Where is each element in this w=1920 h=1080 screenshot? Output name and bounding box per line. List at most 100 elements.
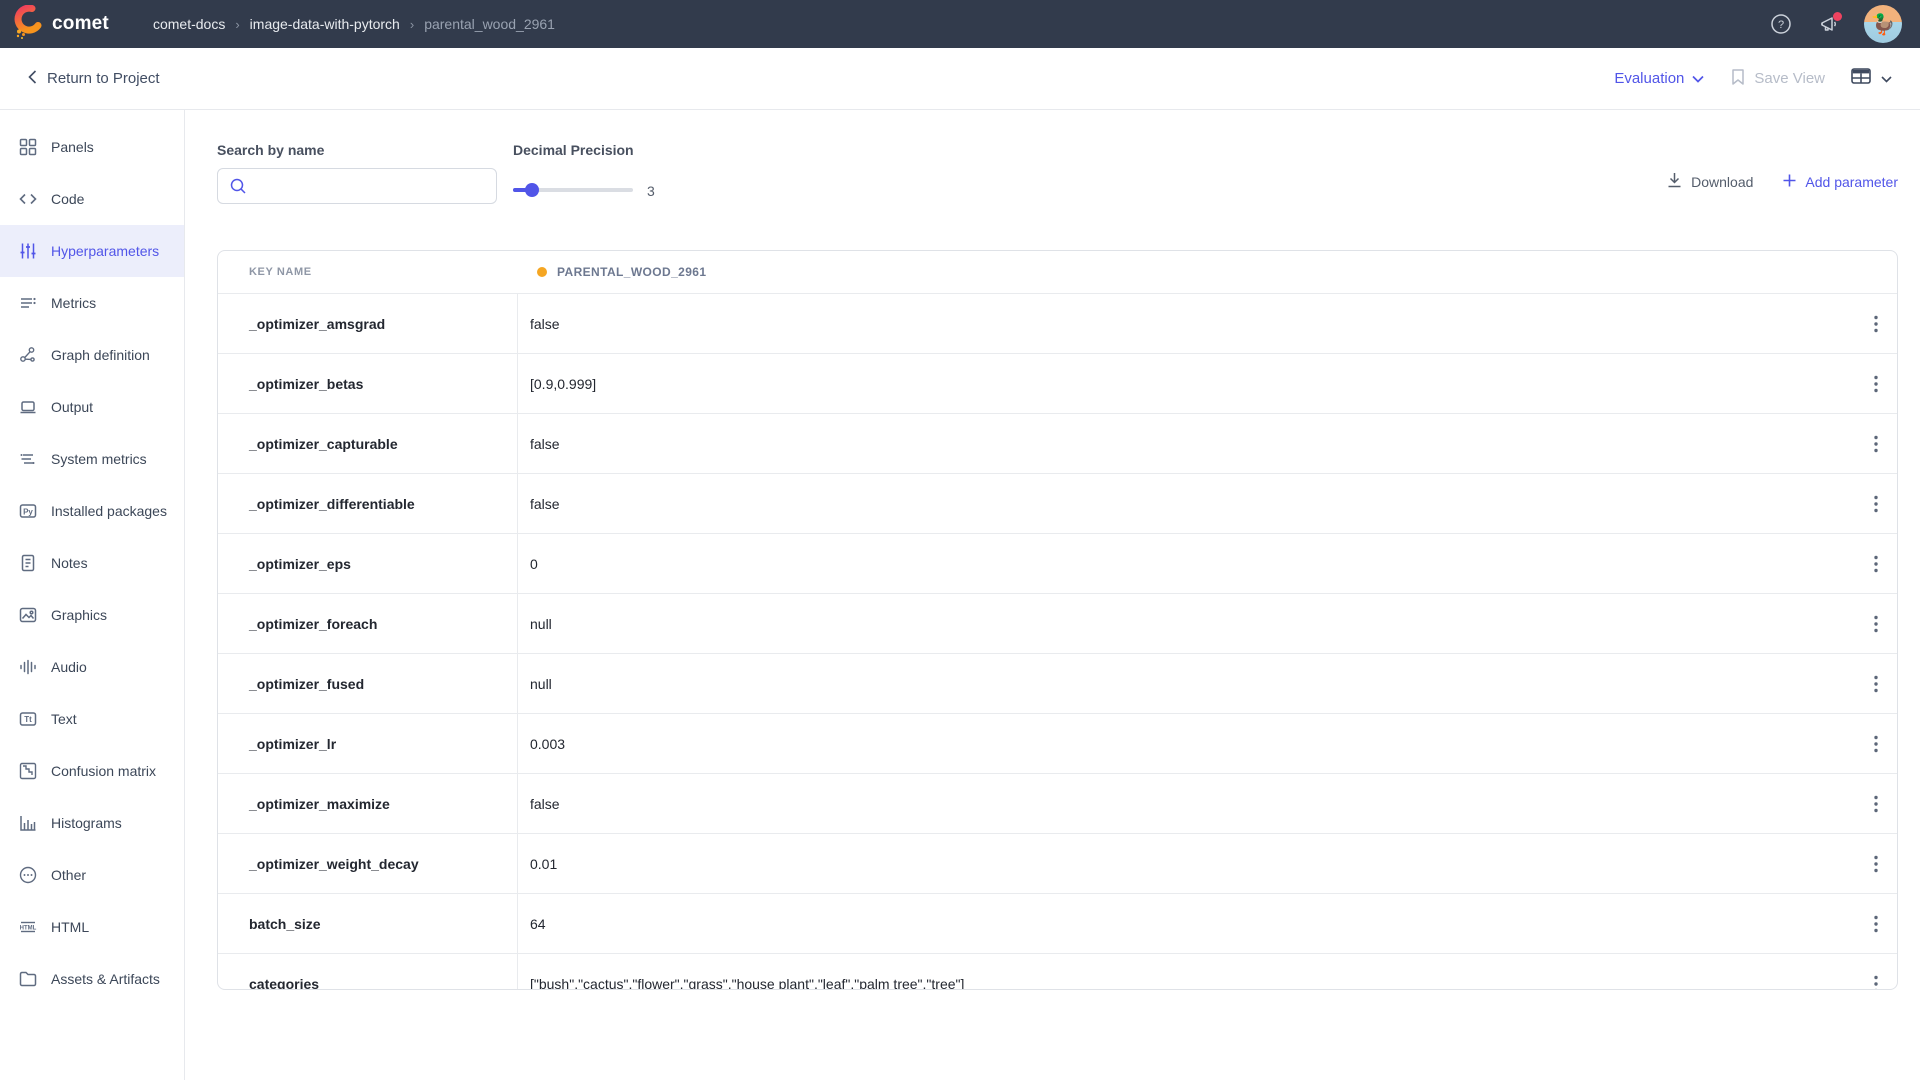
packages-icon: Py [19, 502, 37, 520]
param-value-cell: false [518, 294, 1897, 353]
sidebar-item-graphics[interactable]: Graphics [0, 589, 184, 641]
sidebar-item-assets-artifacts[interactable]: Assets & Artifacts [0, 953, 184, 1005]
save-view-button[interactable]: Save View [1730, 68, 1825, 90]
slider-thumb[interactable] [525, 183, 539, 197]
table-row: _optimizer_foreach null [218, 594, 1897, 654]
param-key: _optimizer_maximize [218, 774, 518, 833]
view-dropdown[interactable]: Evaluation [1614, 70, 1704, 87]
return-to-project-button[interactable]: Return to Project [28, 70, 160, 88]
search-field [217, 168, 497, 204]
chevron-down-icon [1881, 70, 1892, 88]
param-value: false [530, 796, 560, 812]
experiment-column-name: PARENTAL_WOOD_2961 [557, 265, 706, 279]
param-value: ["bush","cactus","flower","grass","house… [530, 976, 964, 991]
breadcrumb-separator: › [235, 17, 239, 32]
param-value-cell: false [518, 774, 1897, 833]
sidebar-item-histograms[interactable]: Histograms [0, 797, 184, 849]
table-row: _optimizer_capturable false [218, 414, 1897, 474]
search-input[interactable] [217, 168, 497, 204]
plus-icon [1783, 174, 1796, 190]
experiment-toolbar: Return to Project Evaluation Save View [0, 48, 1920, 110]
comet-logo[interactable]: comet [0, 5, 109, 44]
sidebar-item-other[interactable]: Other [0, 849, 184, 901]
row-menu-button[interactable] [1863, 851, 1889, 877]
breadcrumb-workspace[interactable]: comet-docs [153, 16, 225, 32]
param-value: null [530, 616, 552, 632]
sidebar-item-panels[interactable]: Panels [0, 121, 184, 173]
save-view-label: Save View [1754, 70, 1825, 87]
back-chevron-icon [28, 70, 37, 88]
sidebar-item-notes[interactable]: Notes [0, 537, 184, 589]
add-parameter-button[interactable]: Add parameter [1783, 174, 1898, 190]
row-menu-button[interactable] [1863, 371, 1889, 397]
sidebar-item-label: Text [51, 711, 77, 727]
table-row: categories ["bush","cactus","flower","gr… [218, 954, 1897, 990]
sidebar-item-label: HTML [51, 919, 89, 935]
add-parameter-label: Add parameter [1805, 174, 1898, 190]
param-value-cell: 0.003 [518, 714, 1897, 773]
param-key: _optimizer_lr [218, 714, 518, 773]
sidebar-item-system-metrics[interactable]: System metrics [0, 433, 184, 485]
kebab-icon [1874, 315, 1878, 333]
param-key: _optimizer_differentiable [218, 474, 518, 533]
sidebar-item-hyperparameters[interactable]: Hyperparameters [0, 225, 184, 277]
download-button[interactable]: Download [1667, 172, 1753, 191]
search-label: Search by name [217, 142, 324, 158]
sidebar-item-graph-definition[interactable]: Graph definition [0, 329, 184, 381]
row-menu-button[interactable] [1863, 671, 1889, 697]
sidebar-item-metrics[interactable]: Metrics [0, 277, 184, 329]
param-value: false [530, 496, 560, 512]
histograms-icon [19, 814, 37, 832]
announcement-icon[interactable] [1816, 11, 1842, 37]
table-row: _optimizer_amsgrad false [218, 294, 1897, 354]
row-menu-button[interactable] [1863, 491, 1889, 517]
breadcrumb-experiment: parental_wood_2961 [424, 16, 555, 32]
help-icon[interactable]: ? [1768, 11, 1794, 37]
row-menu-button[interactable] [1863, 731, 1889, 757]
sidebar-item-label: Notes [51, 555, 88, 571]
experiment-column-header[interactable]: PARENTAL_WOOD_2961 [518, 265, 1897, 279]
svg-text:Tt: Tt [24, 715, 32, 724]
param-key: _optimizer_betas [218, 354, 518, 413]
kebab-icon [1874, 435, 1878, 453]
key-name-header: KEY NAME [218, 266, 518, 278]
sidebar-item-label: Output [51, 399, 93, 415]
decimal-precision-slider[interactable] [513, 182, 633, 198]
row-menu-button[interactable] [1863, 791, 1889, 817]
param-value-cell: false [518, 474, 1897, 533]
graphics-icon [19, 606, 37, 624]
param-value-cell: [0.9,0.999] [518, 354, 1897, 413]
breadcrumb-project[interactable]: image-data-with-pytorch [250, 16, 400, 32]
decimal-precision-value: 3 [647, 183, 655, 199]
sidebar-item-confusion-matrix[interactable]: Confusion matrix [0, 745, 184, 797]
param-value: false [530, 316, 560, 332]
row-menu-button[interactable] [1863, 911, 1889, 937]
sidebar-item-label: Panels [51, 139, 94, 155]
param-value-cell: 0 [518, 534, 1897, 593]
kebab-icon [1874, 975, 1878, 991]
kebab-icon [1874, 855, 1878, 873]
param-key: _optimizer_eps [218, 534, 518, 593]
param-value: 0 [530, 556, 538, 572]
row-menu-button[interactable] [1863, 611, 1889, 637]
sidebar-item-html[interactable]: HTML HTML [0, 901, 184, 953]
row-menu-button[interactable] [1863, 311, 1889, 337]
row-menu-button[interactable] [1863, 431, 1889, 457]
sidebar-item-text[interactable]: Tt Text [0, 693, 184, 745]
sidebar-item-installed-packages[interactable]: Py Installed packages [0, 485, 184, 537]
row-menu-button[interactable] [1863, 551, 1889, 577]
param-value: null [530, 676, 552, 692]
sidebar-item-output[interactable]: Output [0, 381, 184, 433]
sidebar-item-code[interactable]: Code [0, 173, 184, 225]
table-row: _optimizer_eps 0 [218, 534, 1897, 594]
row-menu-button[interactable] [1863, 971, 1889, 991]
sidebar-item-label: Graph definition [51, 347, 150, 363]
layout-selector[interactable] [1851, 68, 1892, 89]
table-row: _optimizer_fused null [218, 654, 1897, 714]
kebab-icon [1874, 615, 1878, 633]
sidebar-item-audio[interactable]: Audio [0, 641, 184, 693]
sidebar-item-label: Metrics [51, 295, 96, 311]
bookmark-icon [1730, 68, 1746, 90]
avatar[interactable]: 🦆 [1864, 5, 1902, 43]
comet-experiment-page: comet comet-docs › image-data-with-pytor… [0, 0, 1920, 1080]
